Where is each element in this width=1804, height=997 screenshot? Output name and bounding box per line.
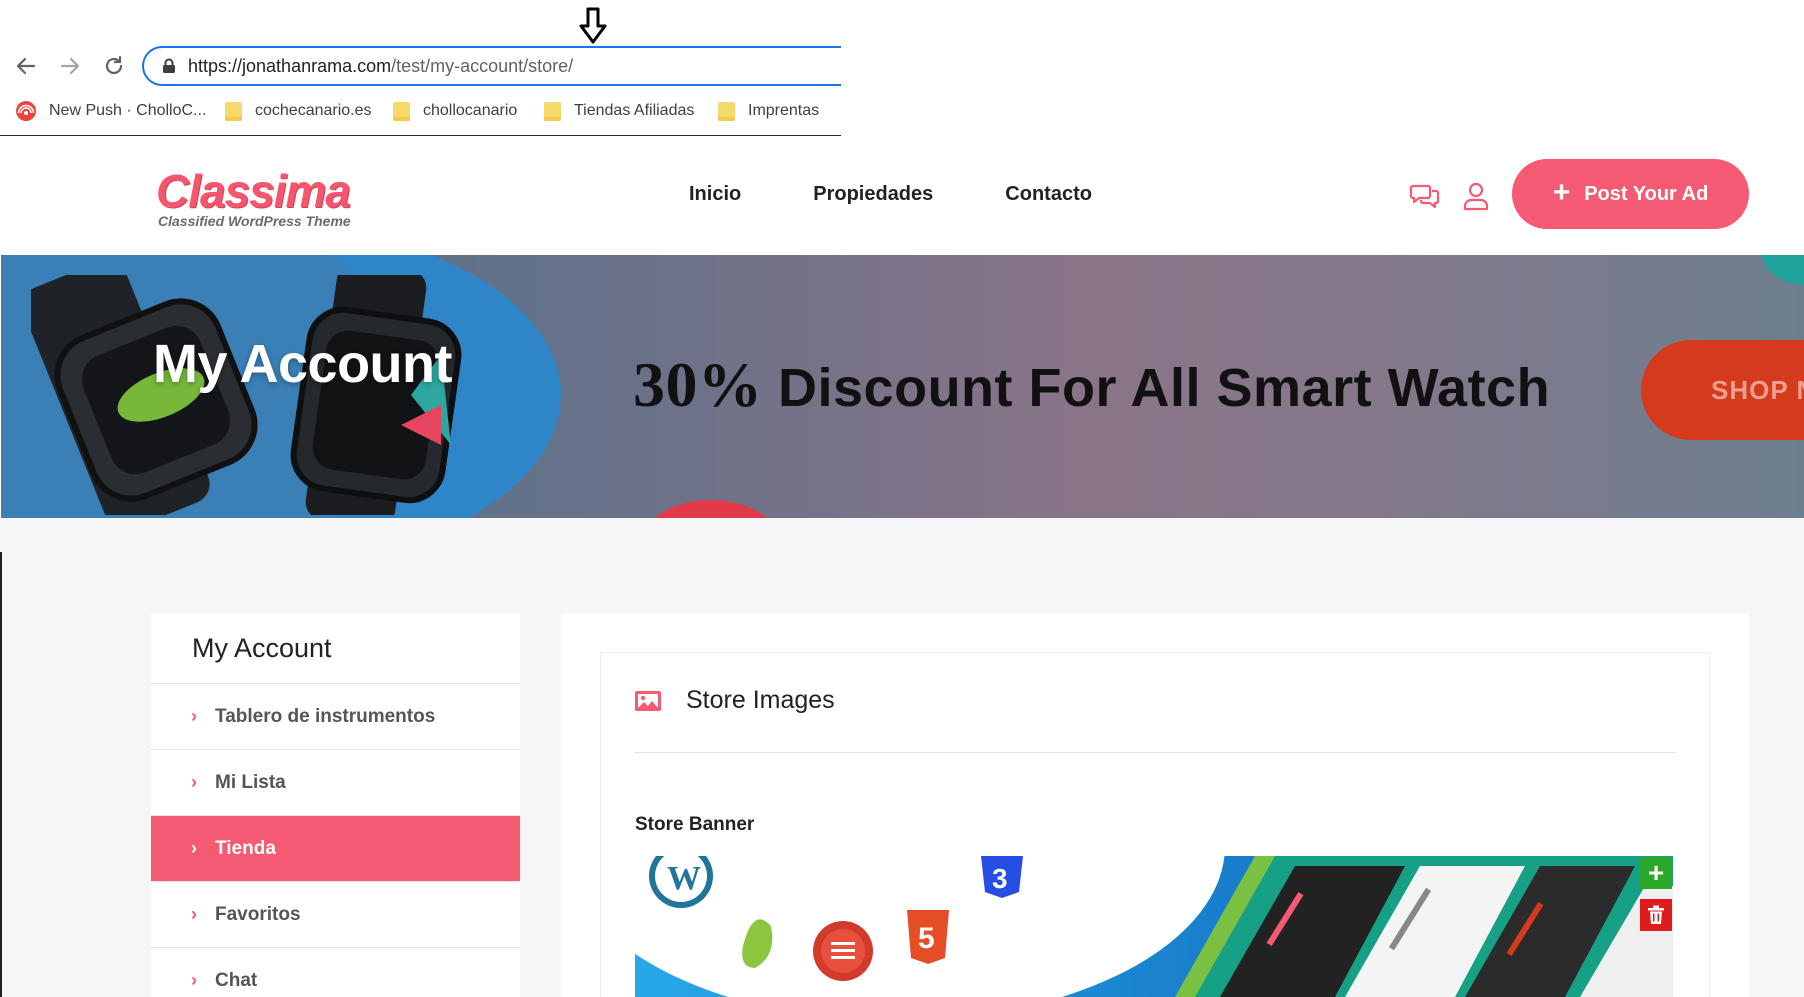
back-button[interactable] bbox=[12, 52, 40, 80]
main-nav: Inicio Propiedades Contacto bbox=[689, 183, 1092, 206]
store-banner-label: Store Banner bbox=[635, 814, 755, 835]
sidebar-item-tablero[interactable]: › Tablero de instrumentos bbox=[151, 684, 520, 750]
site-header: Classima Classified WordPress Theme Inic… bbox=[0, 137, 1804, 255]
bookmark-new-push[interactable]: New Push · CholloC... bbox=[15, 96, 206, 126]
chevron-right-icon: › bbox=[191, 706, 197, 726]
svg-text:5: 5 bbox=[918, 922, 935, 955]
nav-propiedades[interactable]: Propiedades bbox=[813, 183, 933, 206]
delete-banner-button[interactable] bbox=[1640, 899, 1672, 931]
logo-tagline: Classified WordPress Theme bbox=[158, 213, 351, 229]
bookmark-tiendas-afiliadas[interactable]: Tiendas Afiliadas bbox=[544, 96, 694, 126]
folder-icon bbox=[718, 101, 735, 121]
sidebar-item-label: Tienda bbox=[215, 837, 276, 859]
bookmarks-bar: New Push · CholloC... cochecanario.es ch… bbox=[0, 96, 841, 126]
bookmark-chollocanario[interactable]: chollocanario bbox=[393, 96, 517, 126]
chevron-right-icon: › bbox=[191, 904, 197, 924]
bookmark-label: Tiendas Afiliadas bbox=[574, 102, 695, 119]
url-path: /test/my-account/store/ bbox=[391, 55, 574, 76]
add-banner-button[interactable]: + bbox=[1640, 857, 1672, 889]
forward-button[interactable] bbox=[56, 52, 84, 80]
sidebar-title: My Account bbox=[151, 614, 520, 684]
page-banner: My Account 30% Discount For All Smart Wa… bbox=[1, 255, 1804, 518]
promo-text: Discount For All Smart Watch bbox=[778, 358, 1551, 418]
logo-word: Classima bbox=[156, 165, 351, 217]
trash-icon bbox=[1648, 905, 1664, 924]
page-title: My Account bbox=[153, 334, 453, 394]
bookmark-label: New Push · CholloC... bbox=[49, 102, 207, 119]
down-arrow-cursor-icon bbox=[579, 7, 607, 44]
url-host: https://jonathanrama.com bbox=[188, 55, 392, 76]
sidebar-item-label: Tablero de instrumentos bbox=[215, 705, 436, 727]
chevron-right-icon: › bbox=[191, 772, 197, 792]
sidebar-item-label: Chat bbox=[215, 969, 258, 991]
bookmark-label: chollocanario bbox=[423, 102, 518, 119]
forward-arrow-icon bbox=[60, 57, 80, 75]
banner-decor-circle bbox=[641, 500, 781, 518]
address-bar[interactable]: https://jonathanrama.com/test/my-account… bbox=[142, 46, 841, 86]
image-icon bbox=[635, 690, 661, 711]
post-ad-label: Post Your Ad bbox=[1584, 182, 1709, 205]
sidebar-item-mi-lista[interactable]: › Mi Lista bbox=[151, 750, 520, 816]
reload-button[interactable] bbox=[100, 52, 128, 80]
folder-icon bbox=[225, 101, 242, 121]
shop-now-button[interactable]: SHOP N bbox=[1641, 340, 1804, 440]
broadcast-icon bbox=[16, 101, 36, 121]
folder-icon bbox=[393, 101, 410, 121]
bookmark-label: cochecanario.es bbox=[255, 102, 372, 119]
sidebar-item-label: Mi Lista bbox=[215, 771, 286, 793]
nav-inicio[interactable]: Inicio bbox=[689, 183, 741, 206]
sidebar-item-favoritos[interactable]: › Favoritos bbox=[151, 882, 520, 948]
smartwatch-image bbox=[31, 275, 462, 515]
store-images-title: Store Images bbox=[686, 686, 835, 714]
url-text: https://jonathanrama.com/test/my-account… bbox=[188, 56, 573, 77]
site-logo[interactable]: Classima Classified WordPress Theme bbox=[156, 167, 351, 229]
svg-text:3: 3 bbox=[992, 863, 1008, 894]
post-your-ad-button[interactable]: + Post Your Ad bbox=[1512, 159, 1749, 229]
nav-contacto[interactable]: Contacto bbox=[1005, 183, 1092, 206]
store-banner-artwork: W 5 3 bbox=[635, 856, 1673, 997]
chevron-right-icon: › bbox=[191, 838, 197, 858]
window-edge bbox=[0, 552, 2, 997]
sidebar-item-chat[interactable]: › Chat bbox=[151, 948, 520, 997]
chevron-right-icon: › bbox=[191, 970, 197, 990]
divider bbox=[634, 752, 1676, 753]
sidebar-item-tienda[interactable]: › Tienda bbox=[151, 816, 520, 882]
banner-decor-circle bbox=[1761, 255, 1804, 285]
store-banner-image[interactable]: W 5 3 bbox=[635, 856, 1673, 997]
reload-icon bbox=[105, 55, 123, 75]
bookmark-cochecanario[interactable]: cochecanario.es bbox=[225, 96, 372, 126]
store-images-header: Store Images bbox=[634, 686, 835, 715]
user-icon[interactable] bbox=[1460, 180, 1492, 212]
back-arrow-icon bbox=[16, 57, 36, 75]
promo-percent: 30% bbox=[633, 349, 763, 420]
plus-icon: + bbox=[1552, 176, 1571, 209]
account-sidebar: My Account › Tablero de instrumentos › M… bbox=[151, 614, 520, 997]
bookmark-label: Imprentas bbox=[748, 102, 820, 119]
browser-chrome: https://jonathanrama.com/test/my-account… bbox=[0, 0, 841, 136]
chat-bubbles-icon[interactable] bbox=[1409, 180, 1441, 212]
folder-icon bbox=[544, 101, 561, 121]
promo-headline: 30% Discount For All Smart Watch bbox=[633, 348, 1550, 422]
svg-text:W: W bbox=[667, 860, 701, 897]
lock-icon bbox=[160, 57, 178, 75]
sidebar-item-label: Favoritos bbox=[215, 903, 301, 925]
bookmark-imprentas[interactable]: Imprentas bbox=[718, 96, 819, 126]
